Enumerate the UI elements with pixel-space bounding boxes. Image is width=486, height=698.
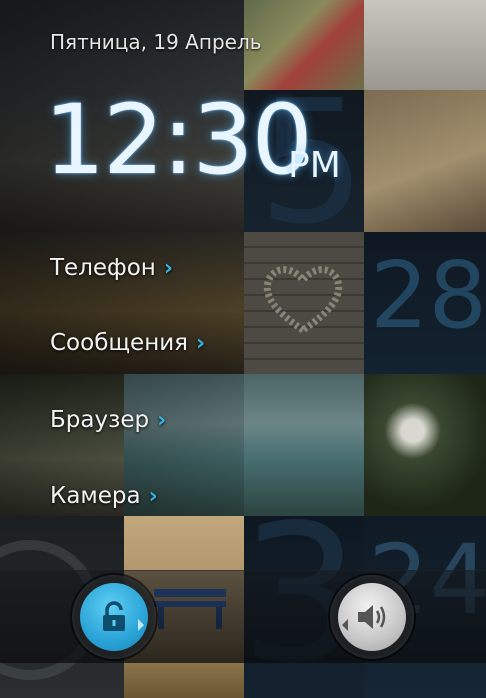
shortcut-browser[interactable]: Браузер › [50, 407, 166, 433]
arrow-left-icon [342, 619, 348, 631]
sound-knob[interactable] [338, 583, 406, 651]
lockscreen-date: Пятница, 19 Апрель [50, 30, 262, 54]
chevron-right-icon: › [148, 483, 158, 509]
shortcut-messages[interactable]: Сообщения › [50, 330, 205, 356]
chevron-right-icon: › [163, 255, 173, 281]
wallpaper-number: 28 [370, 242, 486, 349]
shortcut-label: Камера [50, 483, 141, 509]
wallpaper-tile-flowers [364, 374, 486, 516]
chevron-right-icon: › [157, 407, 167, 433]
sound-toggle-handle[interactable] [330, 575, 414, 659]
lockscreen-ampm: PM [288, 145, 341, 186]
wallpaper-tile-birds [364, 0, 486, 90]
stone-heart-image [263, 266, 343, 335]
unlock-handle[interactable] [72, 575, 156, 659]
lock-open-icon [103, 601, 125, 631]
shortcut-label: Браузер [50, 407, 150, 433]
arrow-right-icon [138, 619, 144, 631]
shortcut-label: Телефон [50, 255, 156, 281]
shortcut-label: Сообщения [50, 330, 189, 356]
shortcut-camera[interactable]: Камера › [50, 483, 158, 509]
shortcut-phone[interactable]: Телефон › [50, 255, 173, 281]
wallpaper-tile-glass [364, 90, 486, 232]
speaker-icon [358, 605, 386, 629]
unlock-knob[interactable] [80, 583, 148, 651]
chevron-right-icon: › [196, 330, 206, 356]
lockscreen-clock: 12:30 [44, 84, 313, 196]
